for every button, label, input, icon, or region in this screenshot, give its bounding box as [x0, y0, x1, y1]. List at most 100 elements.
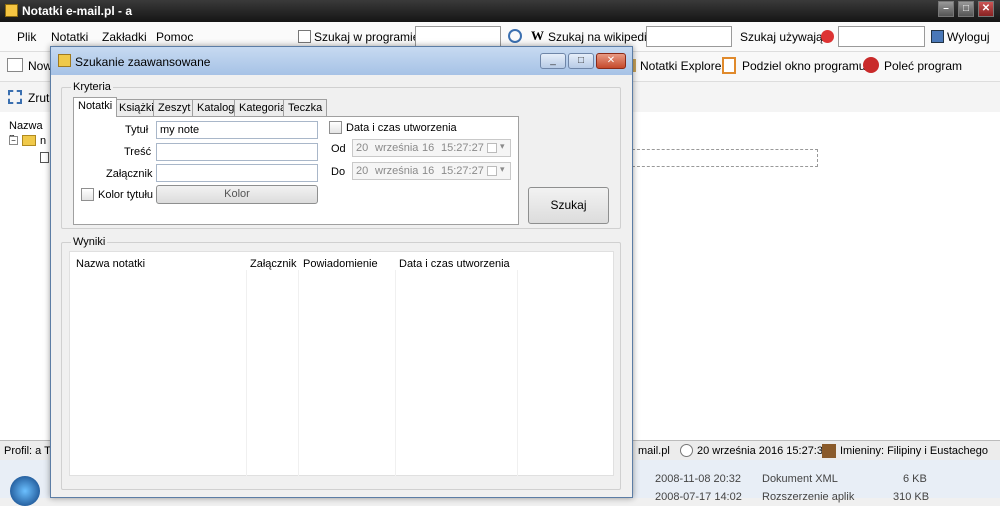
main-content-area: [632, 112, 1000, 440]
status-nameday: Imieniny: Filipiny i Eustachego: [840, 445, 988, 457]
from-year: 16: [422, 142, 435, 154]
from-time: 15:27:27: [441, 142, 484, 154]
file-type: Rozszerzenie aplik: [762, 491, 855, 503]
file-type: Dokument XML: [762, 473, 838, 485]
column-header-attachment[interactable]: Załącznik: [250, 258, 296, 270]
collapse-button[interactable]: Zrut: [28, 91, 49, 105]
to-date-picker[interactable]: 20 września 16 15:27:27 ▾: [352, 162, 511, 180]
file-size: 310 KB: [893, 491, 930, 503]
from-day: 20: [356, 142, 369, 154]
menu-notatki[interactable]: Notatki: [51, 30, 88, 44]
logout-icon: [931, 30, 944, 43]
to-time: 15:27:27: [441, 165, 484, 177]
column-separator: [246, 270, 247, 476]
logout-button[interactable]: Wyloguj: [947, 30, 990, 44]
search-wiki-label: Szukaj na wikipedii: [548, 30, 650, 44]
title-input[interactable]: my note: [156, 121, 318, 139]
menu-plik[interactable]: Plik: [17, 30, 36, 44]
tab-notatki[interactable]: Notatki: [73, 97, 118, 117]
created-date-label: Data i czas utworzenia: [346, 122, 457, 134]
menu-pomoc[interactable]: Pomoc: [156, 30, 193, 44]
to-year: 16: [422, 165, 435, 177]
search-program-input[interactable]: [415, 26, 501, 47]
wikipedia-icon: W: [531, 28, 544, 43]
attachment-input[interactable]: [156, 164, 318, 182]
from-month: września: [375, 142, 419, 154]
content-input[interactable]: [156, 143, 318, 161]
new-note-button[interactable]: Now: [28, 59, 52, 73]
search-button[interactable]: Szukaj: [528, 187, 609, 224]
search-program-label: Szukaj w programie: [314, 30, 420, 44]
search-icon[interactable]: [508, 29, 522, 43]
dialog-minimize-button[interactable]: _: [540, 53, 566, 69]
note-placeholder-frame: [632, 149, 818, 167]
status-datetime: 20 września 2016 15:27:36: [697, 445, 830, 457]
search-dialog-icon: [58, 54, 71, 67]
title-label: Tytuł: [125, 124, 149, 136]
maximize-button[interactable]: □: [958, 1, 974, 17]
tab-katalog[interactable]: Katalog: [192, 99, 240, 117]
created-date-checkbox[interactable]: [329, 121, 342, 134]
notatki-explorer-button[interactable]: Notatki Explorer: [640, 59, 725, 73]
tab-teczka[interactable]: Teczka: [283, 99, 328, 117]
dialog-maximize-button[interactable]: □: [568, 53, 594, 69]
folder-icon: [22, 135, 36, 146]
to-month: września: [375, 165, 419, 177]
results-list[interactable]: Nazwa notatki Załącznik Powiadomienie Da…: [69, 251, 614, 476]
column-separator: [395, 270, 396, 476]
clock-icon: [680, 444, 693, 457]
search-wiki-input[interactable]: [646, 26, 732, 47]
from-label: Od: [331, 143, 346, 155]
to-label: Do: [331, 166, 346, 178]
pencil-note-icon: [298, 30, 311, 43]
color-button[interactable]: Kolor: [156, 185, 318, 204]
dialog-close-button[interactable]: ✕: [596, 53, 626, 69]
file-size: 6 KB: [903, 473, 927, 485]
nameday-icon: [822, 444, 836, 458]
notepad-app-icon: [5, 4, 18, 17]
menu-zakladki[interactable]: Zakładki: [102, 30, 147, 44]
tree-expand-icon[interactable]: −: [9, 136, 18, 145]
split-window-button[interactable]: Podziel okno programu: [742, 59, 865, 73]
split-window-icon: [722, 57, 736, 74]
chevron-down-icon[interactable]: ▾: [500, 141, 505, 152]
column-header-notification[interactable]: Powiadomienie: [303, 258, 378, 270]
column-header-name[interactable]: Nazwa notatki: [76, 258, 145, 270]
column-separator: [517, 270, 518, 476]
chevron-down-icon[interactable]: ▾: [500, 164, 505, 175]
tab-strip: Notatki Książki Zeszyt Katalog Kategoria…: [73, 97, 373, 117]
content-label: Treść: [124, 146, 152, 158]
start-orb-icon[interactable]: [10, 476, 40, 506]
search-using-input[interactable]: [838, 26, 925, 47]
color-title-checkbox[interactable]: [81, 188, 94, 201]
notes-tree-panel: Nazwa n − n: [0, 112, 50, 440]
tree-node-label[interactable]: n: [40, 135, 46, 147]
tab-zeszyt[interactable]: Zeszyt: [153, 99, 196, 117]
main-window-title: Notatki e-mail.pl - a: [22, 4, 133, 18]
column-separator: [298, 270, 299, 476]
criteria-label: Kryteria: [71, 81, 113, 93]
search-using-label: Szukaj używając: [740, 30, 829, 44]
calendar-icon[interactable]: [487, 166, 497, 176]
status-profile: Profil: a T: [4, 445, 51, 457]
column-header-created[interactable]: Data i czas utworzenia: [399, 258, 510, 270]
to-day: 20: [356, 165, 369, 177]
color-title-label: Kolor tytułu: [98, 189, 154, 201]
calendar-icon[interactable]: [487, 143, 497, 153]
new-note-icon: [7, 58, 23, 72]
results-label: Wyniki: [71, 236, 108, 248]
recommend-program-button[interactable]: Poleć program: [884, 59, 962, 73]
attachment-label: Załącznik: [106, 168, 153, 180]
file-date: 2008-07-17 14:02: [655, 491, 742, 503]
minimize-button[interactable]: –: [938, 1, 954, 17]
recommend-icon: [863, 57, 879, 73]
close-button[interactable]: ✕: [978, 1, 994, 17]
advanced-search-dialog: Szukanie zaawansowane _ □ ✕ Kryteria Not…: [50, 46, 633, 498]
dialog-titlebar: Szukanie zaawansowane _ □ ✕: [51, 47, 632, 75]
search-engine-dropdown-icon[interactable]: [821, 30, 834, 43]
file-date: 2008-11-08 20:32: [655, 473, 742, 485]
dialog-title: Szukanie zaawansowane: [75, 55, 211, 69]
from-date-picker[interactable]: 20 września 16 15:27:27 ▾: [352, 139, 511, 157]
note-icon: [40, 152, 49, 163]
collapse-icon: [8, 90, 22, 104]
